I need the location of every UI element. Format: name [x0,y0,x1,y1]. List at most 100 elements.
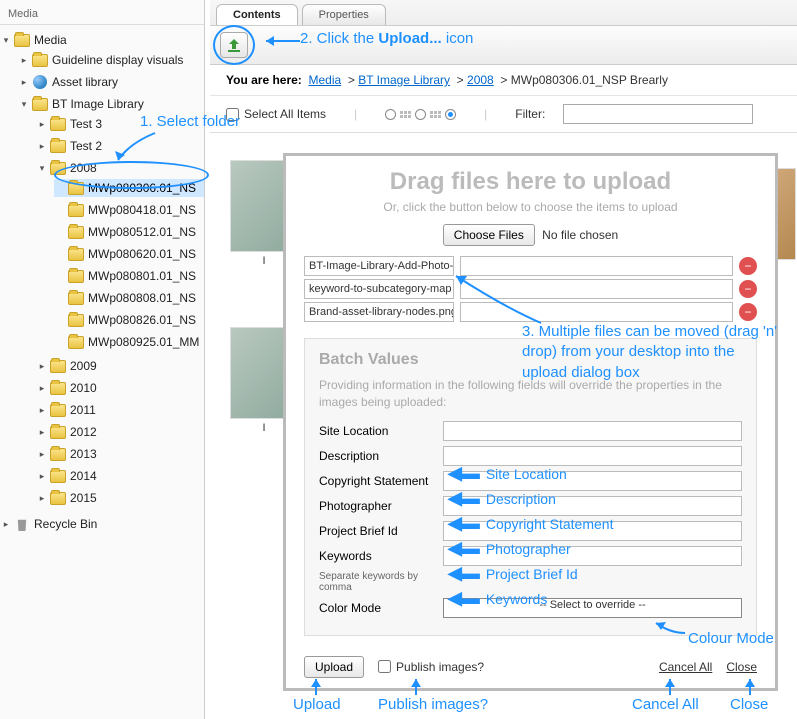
tree-item-2010[interactable]: ▸2010 [36,379,204,397]
globe-icon [33,75,47,89]
breadcrumb-current: MWp080306.01_NSP Brearly [511,73,668,87]
file-name: BT-Image-Library-Add-Photo- [304,256,454,276]
media-tree-sidebar: Media ▾ Media ▸Guideline display visuals… [0,0,205,719]
grid-icon [400,111,411,118]
tree-item-test3[interactable]: ▸Test 3 [36,115,204,133]
choose-files-button[interactable]: Choose Files [443,224,535,246]
folder-icon [68,204,84,217]
twisty-icon[interactable]: ▸ [36,360,48,372]
copyright-input[interactable] [443,471,742,491]
view-mode-toggle[interactable] [385,109,456,120]
tree-label: 2012 [70,425,97,439]
tree-item[interactable]: MWp080808.01_NS [54,289,204,307]
view-radio[interactable] [385,109,396,120]
remove-file-icon[interactable]: − [739,257,757,275]
folder-icon [50,162,66,175]
description-input[interactable] [443,446,742,466]
twisty-icon[interactable]: ▾ [36,162,48,174]
tree-label: 2014 [70,469,97,483]
twisty-icon[interactable]: ▸ [18,54,30,66]
twisty-icon[interactable]: ▸ [18,76,30,88]
twisty-icon[interactable]: ▸ [0,518,12,530]
twisty-icon[interactable]: ▸ [36,492,48,504]
twisty-icon[interactable]: ▸ [36,118,48,130]
file-progress [460,279,733,299]
batch-title: Batch Values [319,351,742,369]
select-all-checkbox[interactable]: Select All Items [226,107,326,121]
tree-item-bt-image-library[interactable]: ▾BT Image Library [18,95,204,113]
publish-checkbox[interactable]: Publish images? [378,660,484,674]
tree-item[interactable]: MWp080925.01_MM [54,333,204,351]
no-file-chosen-label: No file chosen [542,228,618,242]
tree-item-2013[interactable]: ▸2013 [36,445,204,463]
tree-item[interactable]: MWp080826.01_NS [54,311,204,329]
tree-item-recycle-bin[interactable]: ▸ Recycle Bin [0,515,204,533]
breadcrumb-link[interactable]: Media [308,73,341,87]
twisty-icon[interactable]: ▸ [36,140,48,152]
folder-icon [50,140,66,153]
view-radio-selected[interactable] [445,109,456,120]
site-location-input[interactable] [443,421,742,441]
tree-item-asset-library[interactable]: ▸Asset library [18,73,204,91]
tree-label: MWp080808.01_NS [88,291,196,305]
publish-input[interactable] [378,660,391,673]
remove-file-icon[interactable]: − [739,280,757,298]
remove-file-icon[interactable]: − [739,303,757,321]
view-radio[interactable] [415,109,426,120]
select-all-input[interactable] [226,108,239,121]
twisty-icon[interactable]: ▸ [36,470,48,482]
close-link[interactable]: Close [726,660,757,674]
tree-item-2008[interactable]: ▾2008 [36,159,204,177]
dialog-title: Drag files here to upload [304,168,757,196]
tree-label: Recycle Bin [34,517,97,531]
tree-root-media[interactable]: ▾ Media [0,31,204,49]
cancel-all-link[interactable]: Cancel All [659,660,712,674]
tree-label: MWp080826.01_NS [88,313,196,327]
breadcrumb-link[interactable]: 2008 [467,73,494,87]
tab-bar: Contents Properties [210,0,797,26]
twisty-icon[interactable]: ▸ [36,426,48,438]
tree-item-2015[interactable]: ▸2015 [36,489,204,507]
twisty-icon[interactable]: ▸ [36,382,48,394]
tree-label: MWp080306.01_NS [88,181,196,195]
field-label-keywords: Keywords [319,549,443,563]
upload-icon-button[interactable] [220,32,248,58]
file-name: keyword-to-subcategory-map [304,279,454,299]
keywords-input[interactable] [443,546,742,566]
filter-label: Filter: [515,107,545,121]
tree-item[interactable]: MWp080418.01_NS [54,201,204,219]
file-row: BT-Image-Library-Add-Photo- − [304,256,757,276]
tree-label: MWp080925.01_MM [88,335,199,349]
tab-properties[interactable]: Properties [302,4,386,25]
folder-icon [50,404,66,417]
twisty-icon[interactable]: ▾ [0,34,12,46]
breadcrumb-link[interactable]: BT Image Library [358,73,450,87]
upload-button[interactable]: Upload [304,656,364,678]
tree-item-test2[interactable]: ▸Test 2 [36,137,204,155]
filter-input[interactable] [563,104,753,124]
photographer-input[interactable] [443,496,742,516]
tree-item-2014[interactable]: ▸ 2014 [36,467,204,485]
folder-icon [32,54,48,67]
tree-label: MWp080801.01_NS [88,269,196,283]
tree-item[interactable]: MWp080512.01_NS [54,223,204,241]
tree-item-guideline[interactable]: ▸Guideline display visuals [18,51,204,69]
twisty-icon[interactable]: ▸ [36,448,48,460]
tree-item[interactable]: MWp080801.01_NS [54,267,204,285]
keywords-note: Separate keywords by comma [319,571,443,593]
tab-contents[interactable]: Contents [216,4,298,25]
project-brief-input[interactable] [443,521,742,541]
twisty-icon[interactable]: ▸ [36,404,48,416]
twisty-icon[interactable]: ▾ [18,98,30,110]
folder-icon [50,470,66,483]
tree-item-2009[interactable]: ▸2009 [36,357,204,375]
select-all-label: Select All Items [244,107,326,121]
tree-item-2012[interactable]: ▸ 2012 [36,423,204,441]
tree-item-selected-folder[interactable]: MWp080306.01_NS [54,179,204,197]
tree-item[interactable]: MWp080620.01_NS [54,245,204,263]
breadcrumb: You are here: Media > BT Image Library >… [210,65,797,96]
folder-icon [68,226,84,239]
tree-item-2011[interactable]: ▸2011 [36,401,204,419]
folder-icon [68,336,84,349]
color-mode-select[interactable]: -- Select to override -- [443,598,742,618]
